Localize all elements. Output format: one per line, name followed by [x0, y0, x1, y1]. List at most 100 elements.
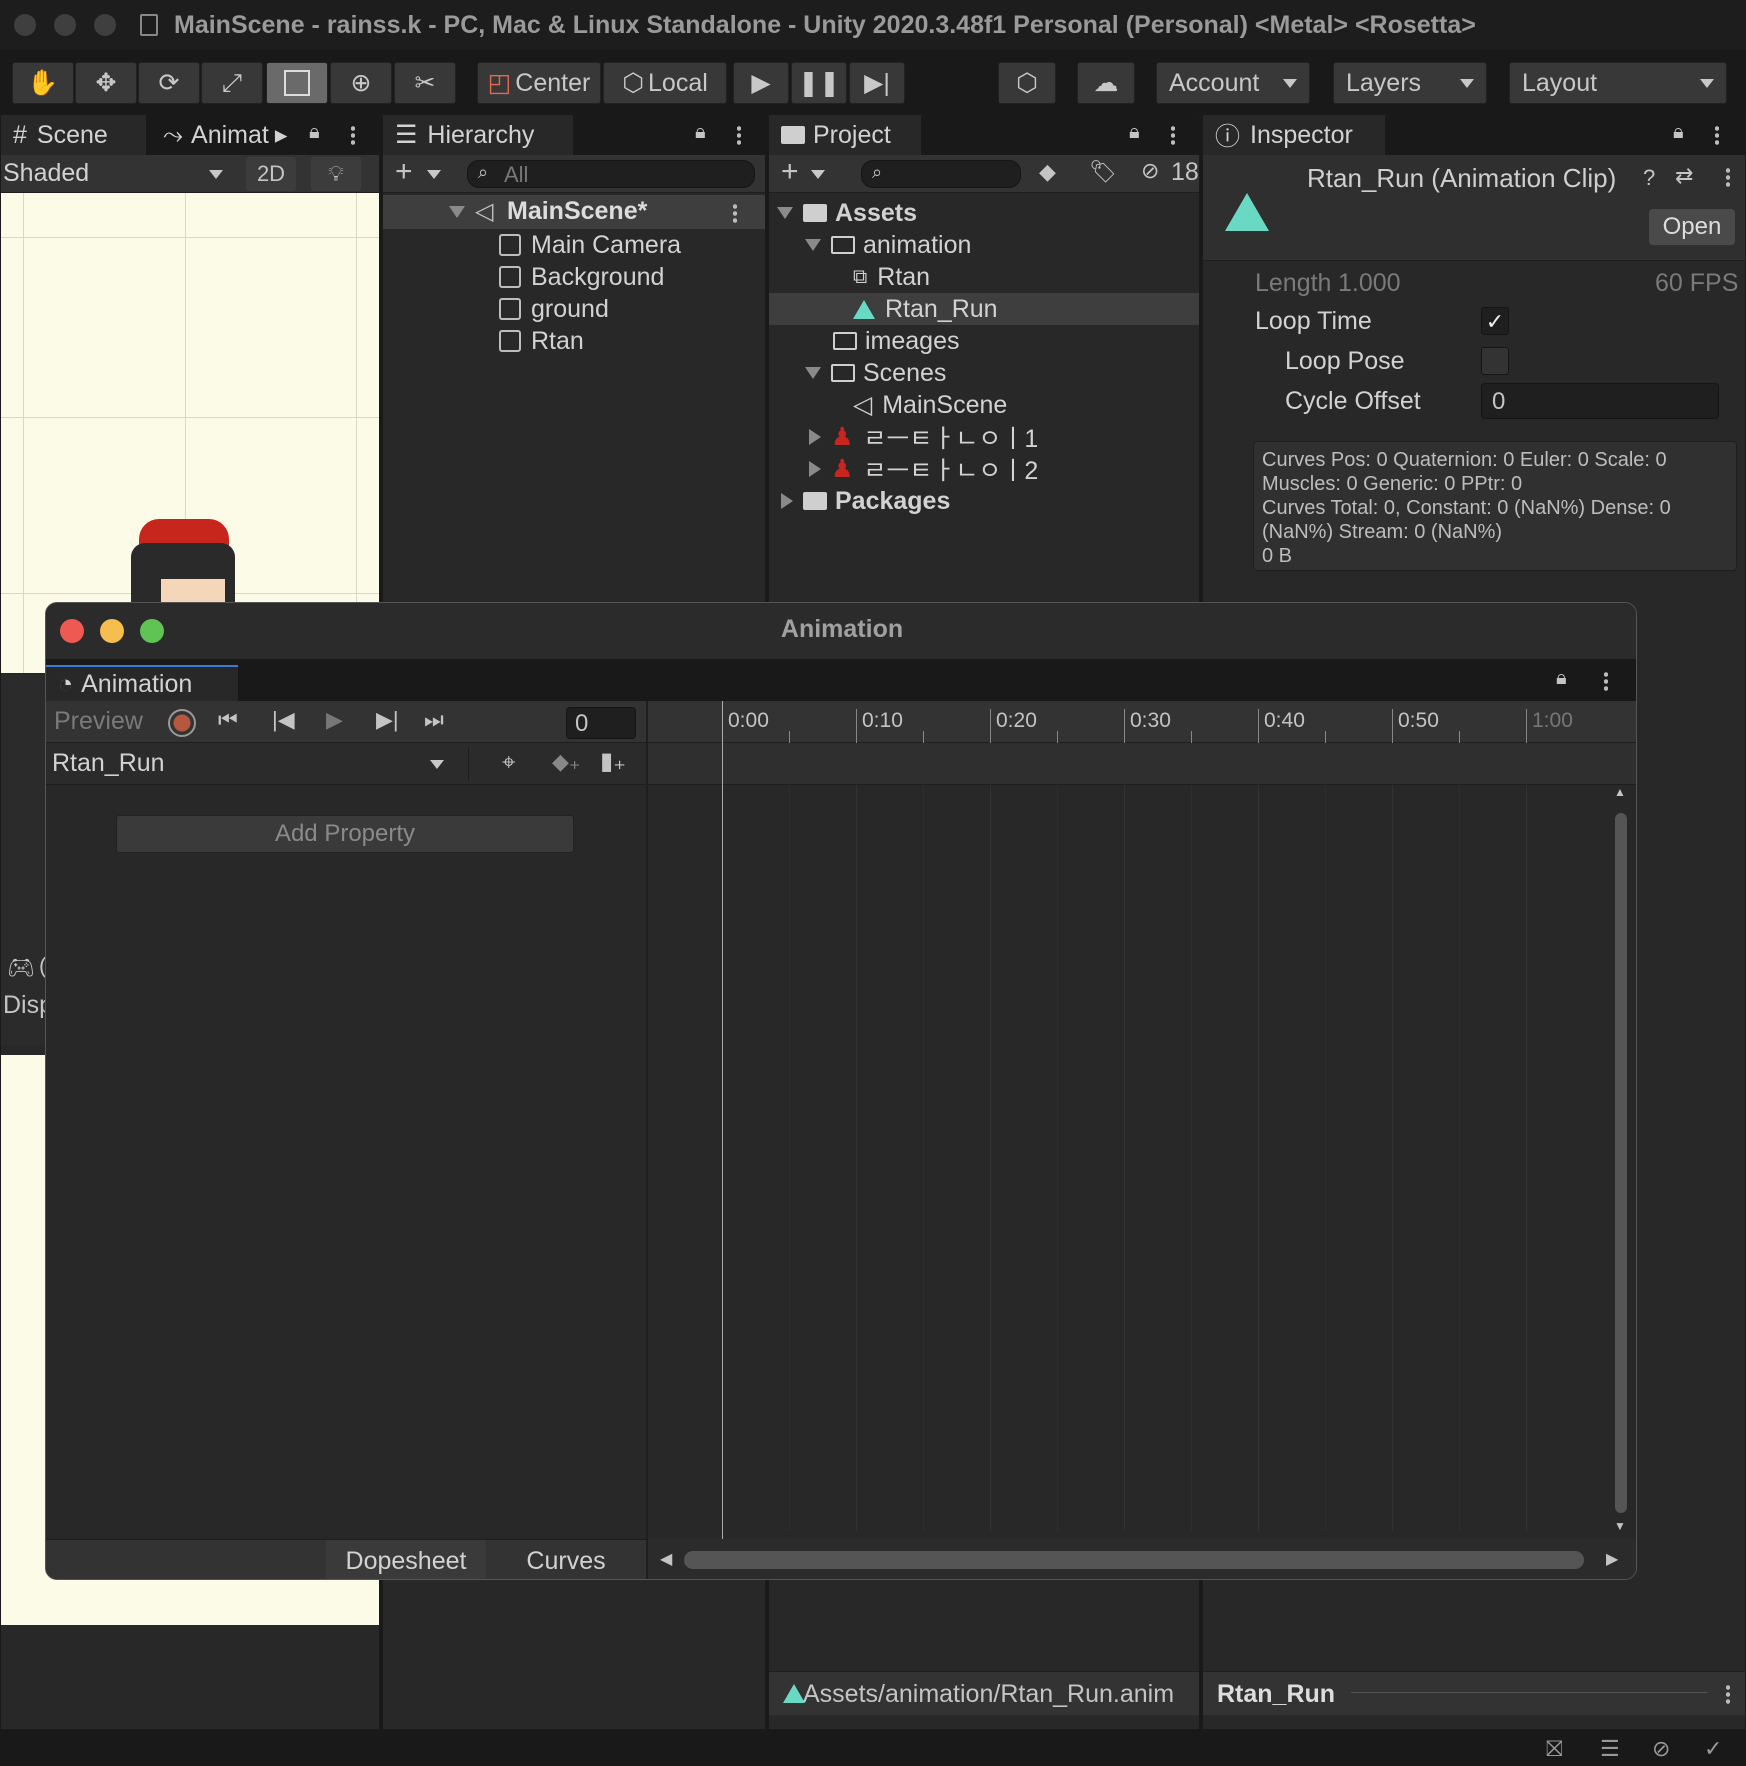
time-ruler[interactable]: 0:00 0:10 0:20 0:30 0:40 0:50 1:00: [648, 701, 1636, 743]
list-item[interactable]: ground: [499, 293, 609, 325]
tree-item-rtan-controller[interactable]: ⧉ Rtan: [853, 261, 930, 293]
more-menu-icon[interactable]: [1715, 125, 1719, 145]
open-button[interactable]: Open: [1649, 209, 1735, 245]
expand-arrow-icon[interactable]: [777, 207, 793, 219]
more-menu-icon[interactable]: [1171, 125, 1175, 145]
lock-icon[interactable]: 🔒︎: [695, 121, 706, 144]
tree-item-images[interactable]: imeages: [833, 325, 960, 357]
lock-icon[interactable]: 🔒︎: [1129, 121, 1140, 144]
shading-mode-dropdown[interactable]: Shaded: [3, 159, 89, 188]
horizontal-scrollbar[interactable]: ◀ ▶: [648, 1539, 1636, 1579]
tree-item-scenes[interactable]: Scenes: [805, 357, 946, 389]
dopesheet-tab[interactable]: Dopesheet: [326, 1540, 486, 1579]
lock-icon[interactable]: 🔒︎: [309, 121, 320, 144]
curves-tab[interactable]: Curves: [486, 1540, 646, 1579]
step-button[interactable]: ▶|: [849, 62, 905, 104]
event-lane[interactable]: [648, 743, 1636, 785]
rotate-tool-button[interactable]: ⟳: [138, 62, 200, 104]
add-event-icon[interactable]: ▮₊: [600, 747, 626, 776]
clip-selector-dropdown[interactable]: Rtan_Run: [52, 749, 165, 778]
lightbulb-icon[interactable]: 💡︎: [311, 157, 361, 191]
expand-arrow-icon[interactable]: [781, 493, 793, 509]
transform-tool-button[interactable]: ⊕: [330, 62, 392, 104]
loop-pose-checkbox[interactable]: [1481, 347, 1509, 375]
scene-viewport[interactable]: [1, 193, 379, 673]
scroll-down-icon[interactable]: ▼: [1614, 1519, 1626, 1533]
tab-hierarchy[interactable]: ☰ Hierarchy: [383, 115, 573, 155]
network-icon[interactable]: ⊘: [1652, 1736, 1670, 1762]
more-menu-icon[interactable]: [1726, 1684, 1730, 1704]
scroll-right-icon[interactable]: ▶: [1606, 1549, 1618, 1569]
scrollbar-thumb[interactable]: [684, 1551, 1584, 1569]
expand-arrow-icon[interactable]: [805, 239, 821, 251]
playhead-line[interactable]: [722, 701, 723, 1541]
collab-button[interactable]: ⬡: [998, 62, 1056, 104]
debug-icon[interactable]: ⛝: [1546, 1736, 1563, 1762]
tab-project[interactable]: Project: [769, 115, 921, 155]
settings-sliders-icon[interactable]: ⇄: [1675, 163, 1693, 189]
tree-item-assets[interactable]: Assets: [777, 197, 917, 229]
loop-time-checkbox[interactable]: ✓: [1481, 307, 1509, 335]
label-tag-icon[interactable]: 🏷︎: [1089, 159, 1117, 185]
add-property-button[interactable]: Add Property: [116, 815, 574, 853]
last-keyframe-icon[interactable]: ⏭: [424, 707, 444, 733]
list-item[interactable]: Main Camera: [499, 229, 681, 261]
pivot-center-button[interactable]: ◰ Center: [477, 62, 601, 104]
more-menu-icon[interactable]: [1604, 671, 1608, 691]
hand-tool-button[interactable]: ✋: [12, 62, 74, 104]
tree-item-mainscene[interactable]: ◁ MainScene: [853, 389, 1007, 421]
hierarchy-search-input[interactable]: ⌕ All: [467, 160, 755, 188]
crosshair-icon[interactable]: ⌖: [502, 749, 516, 777]
vertical-scrollbar[interactable]: ▲ ▼: [1614, 785, 1628, 1535]
scale-tool-button[interactable]: ⤢: [201, 62, 263, 104]
pivot-local-button[interactable]: ⬡ Local: [603, 62, 727, 104]
zoom-window-button[interactable]: [94, 14, 116, 36]
layers-dropdown[interactable]: Layers: [1333, 62, 1487, 104]
lock-icon[interactable]: 🔒︎: [1556, 667, 1567, 690]
check-icon[interactable]: ✓: [1704, 1736, 1722, 1762]
timeline-area[interactable]: 0:00 0:10 0:20 0:30 0:40 0:50 1:00 ▲ ▼ ◀ ▶: [648, 701, 1636, 1579]
scroll-up-icon[interactable]: ▲: [1614, 785, 1626, 799]
preview-toggle[interactable]: Preview: [54, 707, 143, 736]
more-menu-icon[interactable]: [733, 203, 737, 223]
first-keyframe-icon[interactable]: ⏮: [218, 707, 238, 733]
custom-tool-button[interactable]: ✂: [394, 62, 456, 104]
minimize-window-button[interactable]: [54, 14, 76, 36]
play-icon[interactable]: ▶: [326, 707, 343, 733]
display-dropdown[interactable]: Disp: [3, 991, 47, 1020]
list-item[interactable]: Background: [499, 261, 664, 293]
add-keyframe-icon[interactable]: ◆₊: [552, 749, 581, 775]
tab-inspector[interactable]: ⓘ Inspector: [1203, 115, 1385, 155]
tree-item-sprite1[interactable]: ♟ ㄹㅡㅌㅏㄴㅇㅣ1: [809, 421, 1038, 453]
hidden-eye-icon[interactable]: ⊘: [1141, 158, 1159, 184]
tab-animator[interactable]: ⤳ Animat ▸: [151, 115, 296, 155]
tree-item-rtan-run[interactable]: Rtan_Run: [853, 293, 998, 325]
more-menu-icon[interactable]: [737, 125, 741, 145]
more-menu-icon[interactable]: [1726, 167, 1730, 187]
expand-arrow-icon[interactable]: [809, 461, 821, 477]
scroll-left-icon[interactable]: ◀: [660, 1549, 672, 1569]
move-tool-button[interactable]: ✥: [75, 62, 137, 104]
list-item[interactable]: Rtan: [499, 325, 584, 357]
add-icon[interactable]: +: [395, 155, 413, 189]
help-icon[interactable]: ?: [1643, 165, 1655, 191]
hierarchy-root-row[interactable]: ◁ MainScene*: [383, 195, 765, 229]
scrollbar-thumb[interactable]: [1615, 813, 1627, 1513]
play-button[interactable]: ▶: [733, 62, 789, 104]
dopesheet-grid[interactable]: [648, 785, 1604, 1531]
rect-tool-button[interactable]: [266, 62, 328, 104]
tab-scene[interactable]: # Scene: [1, 115, 146, 155]
layout-dropdown[interactable]: Layout: [1509, 62, 1727, 104]
tree-item-sprite2[interactable]: ♟ ㄹㅡㅌㅏㄴㅇㅣ2: [809, 453, 1038, 485]
cloud-button[interactable]: ☁: [1077, 62, 1135, 104]
expand-arrow-icon[interactable]: [805, 367, 821, 379]
prev-keyframe-icon[interactable]: |◀: [272, 707, 295, 733]
add-icon[interactable]: +: [781, 155, 799, 189]
frame-input[interactable]: 0: [566, 707, 636, 739]
account-dropdown[interactable]: Account: [1156, 62, 1310, 104]
more-menu-icon[interactable]: [351, 125, 355, 145]
pause-button[interactable]: ❚❚: [791, 62, 847, 104]
lock-icon[interactable]: 🔒︎: [1673, 121, 1684, 144]
2d-toggle[interactable]: 2D: [246, 157, 296, 191]
layers-icon[interactable]: ☰: [1600, 1736, 1620, 1762]
